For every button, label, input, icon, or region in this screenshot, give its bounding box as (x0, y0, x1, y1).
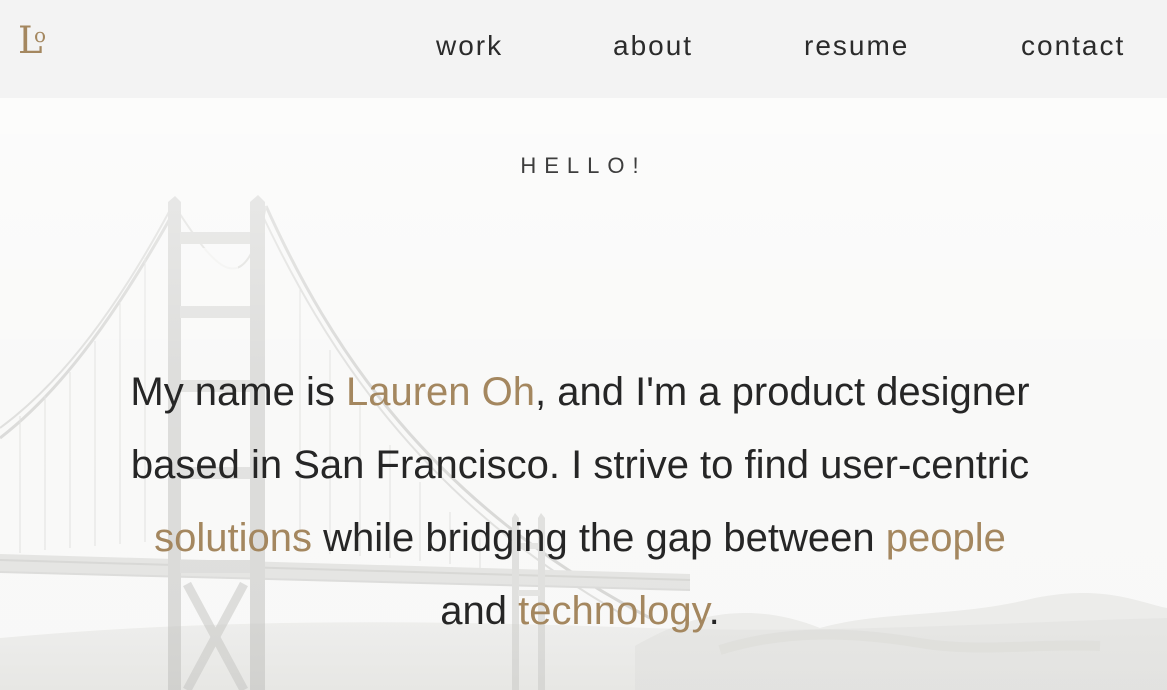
hello-heading: HELLO! (520, 153, 647, 178)
nav-link-contact[interactable]: contact (1021, 31, 1125, 61)
intro-name-highlight: Lauren Oh (345, 370, 536, 414)
intro-statement: My name is Lauren Oh, and I'm a product … (130, 356, 1030, 648)
lauren-oh-logo[interactable]: L o (18, 22, 54, 60)
intro-text-bridging: while bridging the gap between (312, 516, 886, 560)
intro-text-end: . (708, 589, 720, 633)
intro-text-and: and (440, 589, 519, 633)
intro-people-highlight: people (885, 516, 1006, 560)
nav-link-work[interactable]: work (436, 31, 503, 61)
nav-link-resume[interactable]: resume (804, 31, 909, 61)
intro-solutions-highlight: solutions (154, 516, 312, 560)
intro-technology-highlight: technology (518, 589, 709, 633)
portfolio-homepage: L o work about resume contact HELLO! My … (0, 0, 1167, 690)
top-navigation-bar: L o work about resume contact (0, 0, 1167, 98)
hero-section: HELLO! My name is Lauren Oh, and I'm a p… (0, 98, 1167, 690)
logo-letter-o: o (34, 23, 47, 47)
intro-text-start: My name is (130, 370, 346, 414)
nav-link-about[interactable]: about (613, 31, 693, 61)
